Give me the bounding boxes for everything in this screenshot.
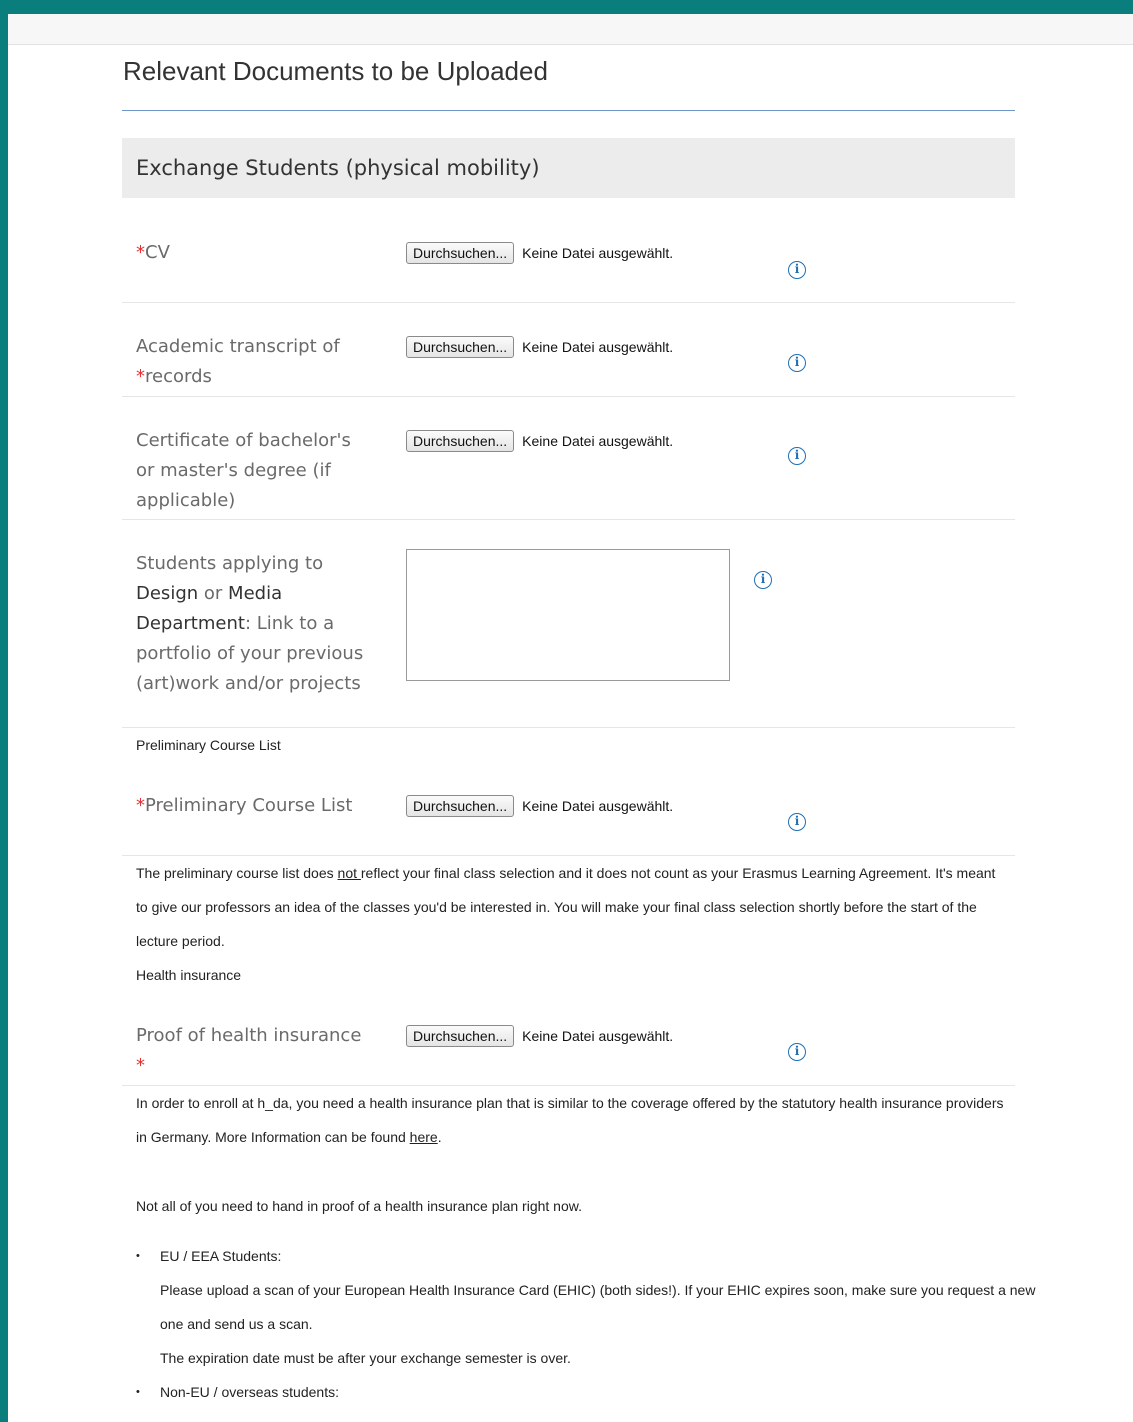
course-list-note-pre: The preliminary course list does	[136, 865, 338, 881]
health-heading: Health insurance	[136, 967, 242, 983]
health-row: Proof of health insurance * Durchsuchen..…	[122, 1019, 1015, 1085]
course-list-heading: Preliminary Course List	[136, 737, 281, 753]
transcript-label: Academic transcript of *records	[136, 332, 376, 392]
panel-header-strip	[8, 14, 1133, 45]
health-browse-button[interactable]: Durchsuchen...	[406, 1025, 515, 1047]
course-list-no-file-text: Keine Datei ausgewählt.	[522, 798, 674, 814]
cv-label: *CV	[136, 238, 376, 268]
health-note-post: .	[437, 1129, 442, 1145]
transcript-browse-button[interactable]: Durchsuchen...	[406, 336, 515, 358]
certificate-file-input[interactable]: Durchsuchen... Keine Datei ausgewählt.	[406, 430, 673, 452]
page-title: Relevant Documents to be Uploaded	[123, 56, 548, 86]
transcript-no-file-text: Keine Datei ausgewählt.	[522, 339, 674, 355]
cv-browse-button[interactable]: Durchsuchen...	[406, 242, 515, 264]
certificate-browse-button[interactable]: Durchsuchen...	[406, 430, 515, 452]
health-note: In order to enroll at h_da, you need a h…	[136, 1086, 1006, 1154]
cv-info-icon[interactable]: i	[788, 261, 806, 279]
certificate-info-icon[interactable]: i	[788, 447, 806, 465]
row-divider	[122, 302, 1015, 303]
health-label: Proof of health insurance *	[136, 1021, 376, 1081]
health-label-text: Proof of health insurance	[136, 1025, 362, 1046]
window-top-bar	[0, 0, 1133, 14]
course-list-info-icon[interactable]: i	[788, 813, 806, 831]
transcript-file-input[interactable]: Durchsuchen... Keine Datei ausgewählt.	[406, 336, 673, 358]
portfolio-label: Students applying to Design or Media Dep…	[136, 549, 372, 699]
eu-students-expiry: The expiration date must be after your e…	[160, 1350, 571, 1366]
certificate-label: Certificate of bachelor's or master's de…	[136, 430, 351, 511]
portfolio-row: Students applying to Design or Media Dep…	[122, 547, 1015, 727]
health-info-link[interactable]: here	[410, 1129, 438, 1145]
course-list-row: *Preliminary Course List Durchsuchen... …	[122, 789, 1015, 855]
transcript-info-icon[interactable]: i	[788, 354, 806, 372]
certificate-no-file-text: Keine Datei ausgewählt.	[522, 433, 674, 449]
portfolio-label-department: Department	[136, 613, 245, 634]
course-list-browse-button[interactable]: Durchsuchen...	[406, 795, 515, 817]
eu-students-text: Please upload a scan of your European He…	[160, 1282, 1036, 1332]
portfolio-label-media: Media	[228, 583, 283, 604]
eu-students-title: EU / EEA Students:	[160, 1248, 282, 1264]
portfolio-label-pre: Students applying to	[136, 553, 324, 574]
transcript-label-line1: Academic transcript of	[136, 336, 340, 357]
portfolio-label-design: Design	[136, 583, 199, 604]
cv-file-input[interactable]: Durchsuchen... Keine Datei ausgewählt.	[406, 242, 673, 264]
portfolio-label-or: or	[203, 583, 223, 604]
row-divider	[122, 727, 1015, 728]
health-info-icon[interactable]: i	[788, 1043, 806, 1061]
cv-no-file-text: Keine Datei ausgewählt.	[522, 245, 674, 261]
required-mark: *	[136, 1055, 145, 1076]
transcript-row: Academic transcript of *records Durchsuch…	[122, 330, 1015, 396]
required-mark: *	[136, 242, 145, 263]
portfolio-info-icon[interactable]: i	[754, 571, 772, 589]
certificate-row: Certificate of bachelor's or master's de…	[122, 424, 1015, 520]
course-list-label: *Preliminary Course List	[136, 791, 376, 821]
required-mark: *	[136, 366, 145, 387]
section-heading-text: Exchange Students (physical mobility)	[136, 156, 540, 180]
row-divider	[122, 396, 1015, 397]
course-list-file-input[interactable]: Durchsuchen... Keine Datei ausgewählt.	[406, 795, 673, 817]
list-item: EU / EEA Students:	[136, 1239, 1036, 1273]
form-panel: Relevant Documents to be Uploaded Exchan…	[8, 14, 1133, 1422]
course-list-note: The preliminary course list does not ref…	[136, 856, 1006, 958]
list-item: Non-EU / overseas students:	[136, 1375, 1036, 1409]
row-divider	[122, 519, 1015, 520]
health-no-file-text: Keine Datei ausgewählt.	[522, 1028, 674, 1044]
transcript-label-line2: records	[145, 366, 212, 387]
course-list-note-not: not	[337, 865, 361, 881]
health-file-input[interactable]: Durchsuchen... Keine Datei ausgewählt.	[406, 1025, 673, 1047]
section-heading: Exchange Students (physical mobility)	[122, 138, 1015, 198]
course-list-label-text: Preliminary Course List	[145, 795, 353, 816]
required-mark: *	[136, 795, 145, 816]
not-all-note: Not all of you need to hand in proof of …	[136, 1198, 582, 1214]
health-requirements-list: EU / EEA Students: Please upload a scan …	[136, 1239, 1036, 1409]
portfolio-link-textarea[interactable]	[406, 549, 730, 681]
health-note-pre: In order to enroll at h_da, you need a h…	[136, 1095, 1004, 1145]
cv-row: *CV Durchsuchen... Keine Datei ausgewähl…	[122, 236, 1015, 302]
cv-label-text: CV	[145, 242, 170, 263]
title-divider	[122, 110, 1015, 111]
non-eu-students-title: Non-EU / overseas students:	[160, 1384, 339, 1400]
